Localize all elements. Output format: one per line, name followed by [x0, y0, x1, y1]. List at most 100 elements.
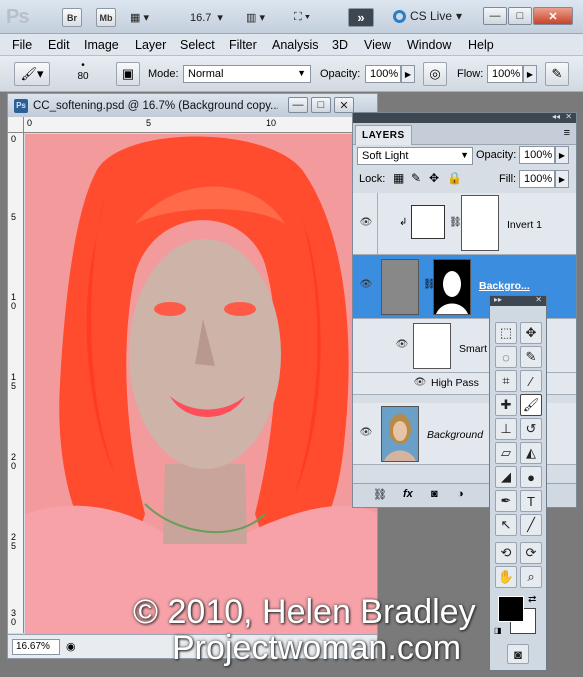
marquee-tool-icon[interactable]: ⬚ [495, 322, 517, 344]
menu-view[interactable]: View [364, 38, 391, 52]
pen-tool-icon[interactable]: ✒ [495, 490, 517, 512]
paint-bucket-tool-icon[interactable]: ◭ [520, 442, 542, 464]
layer-name[interactable]: Invert 1 [507, 219, 542, 231]
lock-transparency-icon[interactable]: ▦ [393, 171, 404, 185]
visibility-eye-icon[interactable]: 👁 [359, 427, 373, 438]
smart-object-thumbnail[interactable] [381, 259, 419, 315]
bridge-button[interactable]: Br [62, 8, 82, 27]
tool-preset-picker[interactable]: 🖌▾ [14, 62, 50, 86]
maximize-button[interactable]: □ [508, 7, 532, 25]
doc-close-button[interactable]: ✕ [334, 97, 354, 113]
visibility-eye-icon[interactable]: 👁 [359, 279, 373, 290]
smart-filter-mask-thumbnail[interactable] [413, 323, 451, 369]
menu-analysis[interactable]: Analysis [272, 38, 319, 52]
lasso-tool-icon[interactable]: ◌ [495, 346, 517, 368]
layer-style-icon[interactable]: fx [403, 488, 413, 500]
opacity-field[interactable]: 100% [365, 65, 401, 83]
zoom-level-dropdown[interactable]: 16.7 ▾ [190, 8, 223, 27]
shape-tool-icon[interactable]: ╱ [520, 514, 542, 536]
menu-edit[interactable]: Edit [48, 38, 70, 52]
cs-live-menu[interactable]: CS Live ▾ [393, 9, 462, 23]
quick-mask-icon[interactable]: ◙ [507, 644, 529, 664]
default-colors-icon[interactable]: ◨ [494, 626, 502, 635]
expand-tools-icon[interactable]: ▸▸ [494, 295, 502, 304]
lock-all-icon[interactable]: 🔒 [447, 171, 462, 185]
flow-slider-toggle[interactable]: ▶ [523, 65, 537, 83]
menu-filter[interactable]: Filter [229, 38, 257, 52]
doc-maximize-button[interactable]: □ [311, 97, 331, 113]
lock-position-icon[interactable]: ✥ [429, 171, 439, 185]
menu-image[interactable]: Image [84, 38, 119, 52]
collapse-panel-icon[interactable]: ◂◂ [552, 112, 560, 121]
panel-header[interactable]: ◂◂ ✕ [353, 112, 576, 123]
menu-select[interactable]: Select [180, 38, 215, 52]
opacity-slider-toggle[interactable]: ▶ [401, 65, 415, 83]
clone-stamp-tool-icon[interactable]: ⊥ [495, 418, 517, 440]
workspace-expand-button[interactable]: » [348, 8, 374, 27]
type-tool-icon[interactable]: T [520, 490, 542, 512]
visibility-eye-icon[interactable]: 👁 [413, 377, 427, 388]
link-layers-icon[interactable]: ⛓ [373, 488, 387, 501]
layer-name[interactable]: Backgro... [479, 280, 530, 292]
menu-3d[interactable]: 3D [332, 38, 348, 52]
eyedropper-tool-icon[interactable]: ⁄ [520, 370, 542, 392]
blend-mode-select[interactable]: Normal ▼ [183, 65, 311, 83]
layer-opacity-slider-toggle[interactable]: ▶ [555, 146, 569, 164]
view-extras-dropdown[interactable]: ▦ ▾ [130, 8, 149, 27]
lock-pixels-icon[interactable]: ✎ [411, 171, 421, 185]
history-brush-tool-icon[interactable]: ↺ [520, 418, 542, 440]
layer-row[interactable]: 👁 ↲ ⛓ Invert 1 [353, 193, 576, 255]
hand-tool-icon[interactable]: ✋ [495, 566, 517, 588]
tools-panel-header[interactable]: ▸▸ ✕ [490, 295, 546, 306]
menu-window[interactable]: Window [407, 38, 451, 52]
zoom-field[interactable]: 16.67% [12, 639, 60, 655]
airbrush-button[interactable]: ✎ [545, 62, 569, 86]
brush-preset-picker[interactable]: • 80 [70, 60, 96, 88]
layer-mask-thumbnail[interactable] [461, 195, 499, 251]
arrange-documents-dropdown[interactable]: ▥ ▾ [246, 8, 265, 27]
menu-file[interactable]: File [12, 38, 32, 52]
vertical-ruler[interactable]: 0 5 1 0 1 5 2 0 2 5 3 0 [8, 133, 24, 633]
3d-rotate-tool-icon[interactable]: ⟲ [495, 542, 517, 564]
close-panel-icon[interactable]: ✕ [565, 112, 572, 121]
eraser-tool-icon[interactable]: ▱ [495, 442, 517, 464]
status-menu-icon[interactable]: ◉ [66, 640, 76, 653]
fill-slider-toggle[interactable]: ▶ [555, 170, 569, 188]
swap-colors-icon[interactable]: ⇄ [528, 594, 536, 605]
horizontal-ruler[interactable]: 0 5 10 [24, 117, 376, 133]
adjustment-layer-icon[interactable]: ◑ [457, 488, 464, 500]
move-tool-icon[interactable]: ✥ [520, 322, 542, 344]
close-tools-icon[interactable]: ✕ [535, 295, 542, 304]
dodge-tool-icon[interactable]: ● [520, 466, 542, 488]
layer-opacity-field[interactable]: 100% [519, 146, 555, 164]
visibility-eye-icon[interactable]: 👁 [395, 339, 409, 350]
brush-panel-toggle[interactable]: ▣ [116, 62, 140, 86]
smart-filters-label[interactable]: Smart [459, 343, 487, 355]
layer-mask-thumbnail[interactable] [433, 259, 471, 315]
minibridge-button[interactable]: Mb [96, 8, 116, 27]
document-title-bar[interactable]: Ps CC_softening.psd @ 16.7% (Background … [8, 94, 377, 117]
screen-mode-dropdown[interactable]: ⛶ ▾ [294, 8, 310, 27]
menu-help[interactable]: Help [468, 38, 494, 52]
flow-field[interactable]: 100% [487, 65, 523, 83]
ruler-origin[interactable] [8, 117, 24, 133]
menu-layer[interactable]: Layer [135, 38, 166, 52]
3d-orbit-tool-icon[interactable]: ⟳ [520, 542, 542, 564]
layer-name[interactable]: Background [427, 429, 483, 441]
zoom-tool-icon[interactable]: ⌕ [520, 566, 542, 588]
tablet-pressure-opacity-button[interactable]: ◎ [423, 62, 447, 86]
blur-tool-icon[interactable]: ◢ [495, 466, 517, 488]
layer-blend-mode-select[interactable]: Soft Light ▼ [357, 147, 473, 165]
crop-tool-icon[interactable]: ⌗ [495, 370, 517, 392]
filter-name[interactable]: High Pass [431, 377, 479, 389]
fill-field[interactable]: 100% [519, 170, 555, 188]
brush-tool-icon[interactable]: 🖌 [520, 394, 542, 416]
quick-select-tool-icon[interactable]: ✎ [520, 346, 542, 368]
minimize-button[interactable]: — [483, 7, 507, 25]
doc-minimize-button[interactable]: — [288, 97, 308, 113]
background-thumbnail[interactable] [381, 406, 419, 462]
panel-menu-icon[interactable]: ≡ [564, 127, 570, 139]
visibility-eye-icon[interactable]: 👁 [359, 217, 373, 228]
image-canvas[interactable] [25, 134, 377, 634]
foreground-color-swatch-top[interactable] [498, 596, 524, 622]
